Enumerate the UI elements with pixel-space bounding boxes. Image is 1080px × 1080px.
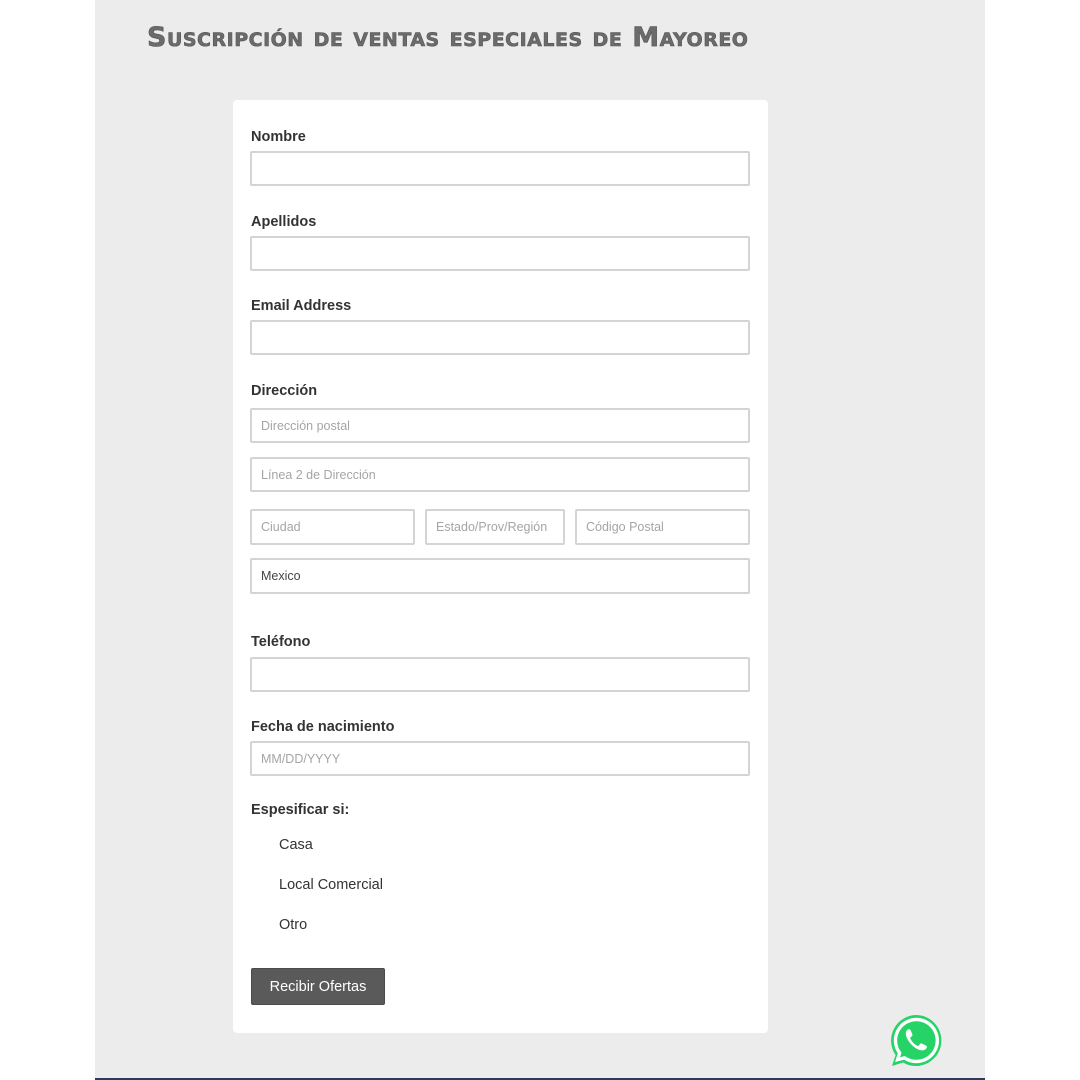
state-input[interactable] [425, 509, 565, 545]
birth-date-label: Fecha de nacimiento [251, 719, 395, 735]
apellidos-label: Apellidos [251, 214, 317, 230]
nombre-input[interactable] [250, 151, 750, 186]
apellidos-input[interactable] [250, 236, 750, 271]
option-casa[interactable]: Casa [279, 837, 313, 853]
postal-code-input[interactable] [575, 509, 750, 545]
subscription-form: Nombre Apellidos Email Address Dirección… [233, 100, 768, 1033]
whatsapp-icon[interactable] [888, 1012, 945, 1069]
option-local-comercial[interactable]: Local Comercial [279, 877, 383, 893]
birth-date-input[interactable] [250, 741, 750, 776]
page-background: Suscripción de ventas especiales de Mayo… [95, 0, 985, 1078]
page-title: Suscripción de ventas especiales de Mayo… [147, 22, 749, 54]
email-label: Email Address [251, 298, 352, 314]
city-input[interactable] [250, 509, 415, 545]
specify-label: Espesificar si: [251, 802, 350, 818]
direccion-label: Dirección [251, 383, 318, 399]
submit-button[interactable]: Recibir Ofertas [251, 968, 385, 1005]
option-otro[interactable]: Otro [279, 917, 307, 933]
nombre-label: Nombre [251, 129, 306, 145]
street-address-input[interactable] [250, 408, 750, 443]
telefono-input[interactable] [250, 657, 750, 692]
telefono-label: Teléfono [251, 634, 311, 650]
country-input[interactable] [250, 558, 750, 594]
email-input[interactable] [250, 320, 750, 355]
address-line2-input[interactable] [250, 457, 750, 492]
